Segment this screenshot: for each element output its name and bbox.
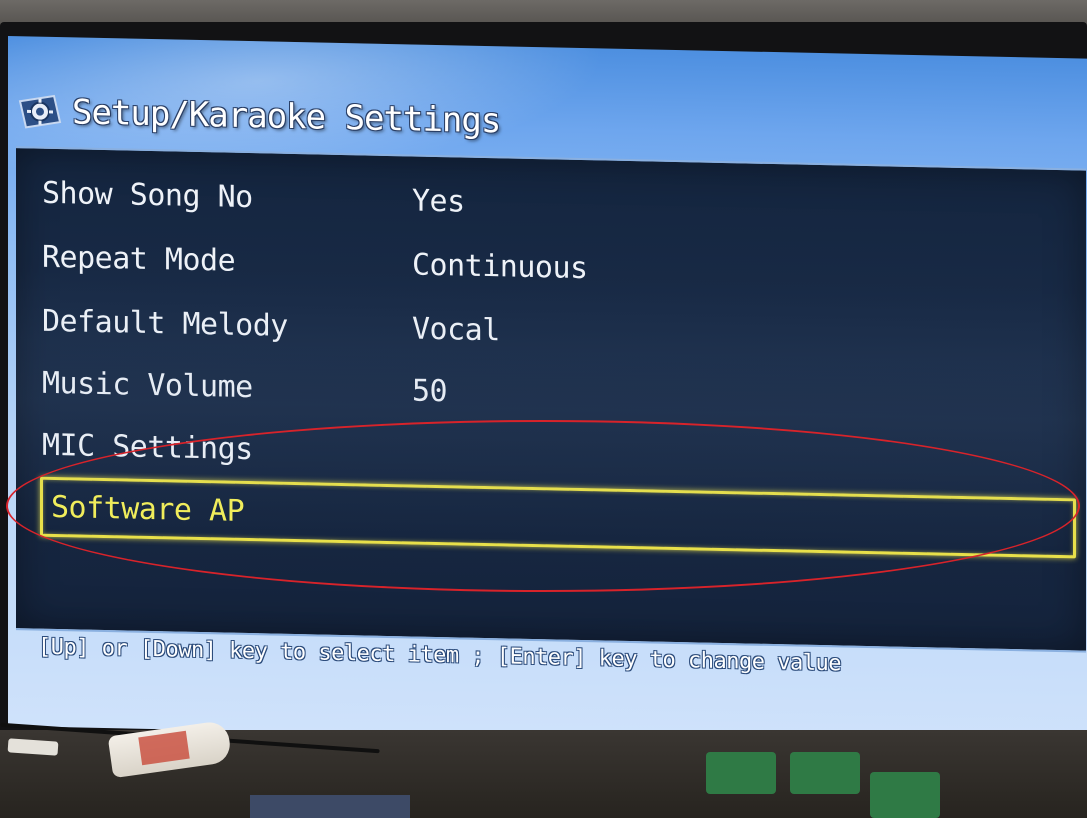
tv-screen: Setup/Karaoke Settings Show Song No Yes … bbox=[8, 36, 1087, 749]
page-title: Setup/Karaoke Settings bbox=[72, 92, 501, 142]
menu-item-label: Default Melody bbox=[42, 303, 288, 344]
menu-item-value: Yes bbox=[412, 182, 465, 220]
menu-item-label: Show Song No bbox=[42, 175, 253, 215]
menu-item-value: Continuous bbox=[412, 246, 588, 286]
menu-item-value bbox=[421, 515, 1073, 529]
menu-item-label: Software AP bbox=[51, 489, 245, 529]
photo-scene: Setup/Karaoke Settings Show Song No Yes … bbox=[0, 0, 1087, 818]
menu-item-value bbox=[412, 452, 1062, 466]
menu-item-show-song-no[interactable]: Show Song No Yes bbox=[42, 165, 1062, 242]
device bbox=[250, 795, 410, 818]
circuit-board bbox=[706, 752, 776, 794]
circuit-board bbox=[790, 752, 860, 794]
settings-panel: Show Song No Yes Repeat Mode Continuous … bbox=[16, 146, 1086, 653]
menu-item-label: MIC Settings bbox=[42, 427, 253, 467]
gear-icon bbox=[18, 93, 62, 130]
circuit-board bbox=[870, 772, 940, 818]
menu-item-value: Vocal bbox=[412, 310, 500, 348]
menu-item-value: 50 bbox=[412, 372, 448, 409]
menu-item-repeat-mode[interactable]: Repeat Mode Continuous bbox=[42, 229, 1062, 306]
menu-item-label: Repeat Mode bbox=[42, 239, 236, 279]
menu-item-label: Music Volume bbox=[42, 365, 253, 405]
title-bar: Setup/Karaoke Settings bbox=[18, 86, 500, 146]
